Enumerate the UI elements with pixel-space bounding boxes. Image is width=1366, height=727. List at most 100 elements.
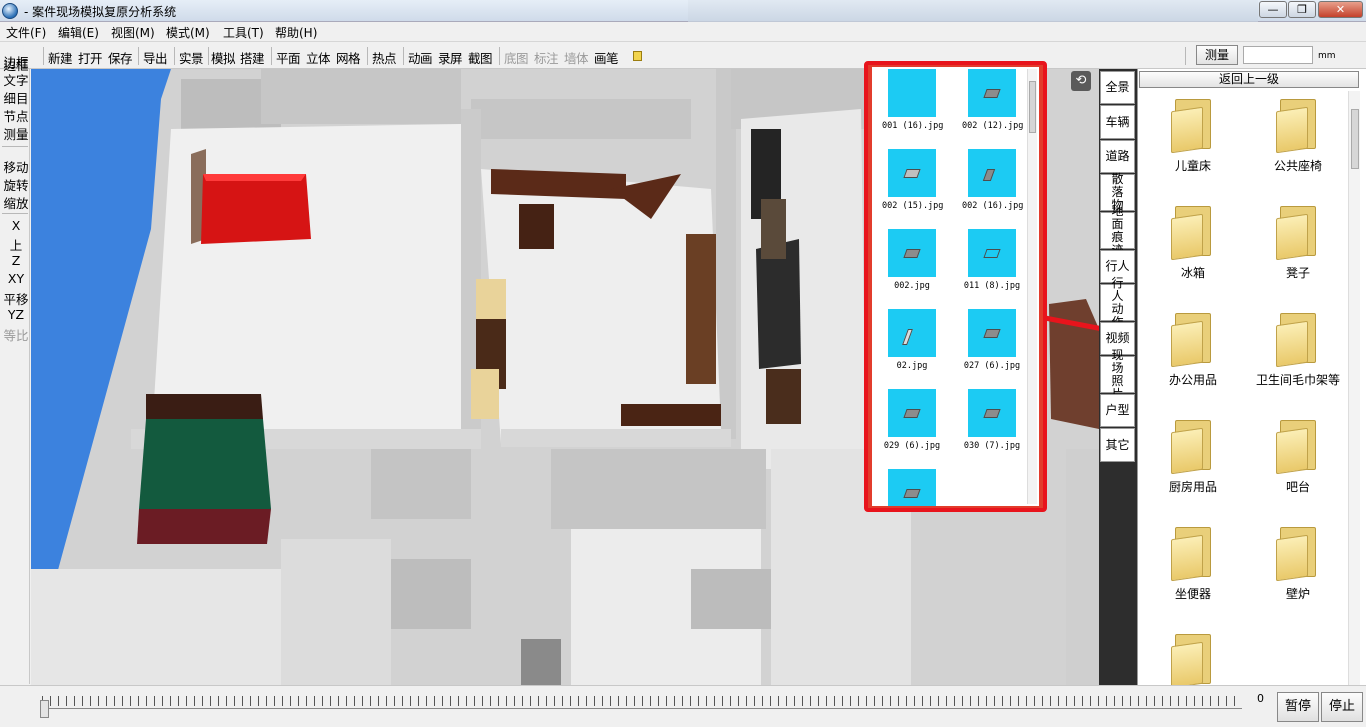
thumbnail-item[interactable]: 001 (16).jpg [882, 69, 943, 131]
menu-file[interactable]: 文件(F) [6, 24, 46, 41]
thumbnail-scrollbar-thumb[interactable] [1029, 81, 1036, 133]
tool-detail[interactable]: 细目 [2, 88, 30, 107]
thumbnail-label: 002.jpg [894, 281, 930, 291]
folder-item[interactable]: 公共座椅 [1243, 99, 1353, 174]
background-window-strip [688, 0, 1258, 22]
measure-value-field[interactable] [1243, 46, 1313, 64]
thumbnail-item[interactable]: 002 (16).jpg [962, 149, 1023, 211]
folder-scrollbar-thumb[interactable] [1351, 109, 1359, 169]
thumbnail-item[interactable]: 027 (6).jpg [962, 309, 1022, 371]
toolbar-plan-button[interactable]: 平面 [276, 48, 301, 67]
folder-item[interactable]: 壁炉 [1243, 527, 1353, 602]
app-window: - 案件现场模拟复原分析系统 — ❐ ✕ 文件(F) 编辑(E) 视图(M) 模… [0, 0, 1366, 727]
timeline-handle[interactable] [40, 700, 49, 718]
note-icon[interactable] [633, 51, 642, 61]
pause-button[interactable]: 暂停 [1277, 692, 1319, 722]
thumbnail-item[interactable]: 029 (6).jpg [882, 389, 942, 451]
tool-scale[interactable]: 缩放 [2, 193, 30, 212]
toolbar-basemap-button[interactable]: 底图 [504, 48, 529, 67]
folder-item[interactable]: 厨房用品 [1138, 420, 1248, 495]
folder-item[interactable]: 吧台 [1243, 420, 1353, 495]
toolbar-grid-button[interactable]: 网格 [336, 48, 361, 67]
thumbnail-item[interactable]: 02.jpg [882, 309, 942, 371]
thumbnail-item[interactable]: 002 (15).jpg [882, 149, 943, 211]
minimize-button[interactable]: — [1259, 1, 1287, 18]
menu-tools[interactable]: 工具(T) [223, 24, 264, 41]
close-button[interactable]: ✕ [1318, 1, 1363, 18]
toolbar-3d-button[interactable]: 立体 [306, 48, 331, 67]
tool-node[interactable]: 节点 [2, 106, 30, 125]
thumbnail-item[interactable]: 011 (8).jpg [962, 229, 1022, 291]
toolbar-wall-button[interactable]: 墙体 [564, 48, 589, 67]
tab-floor-plan[interactable]: 户型 [1100, 394, 1135, 427]
tab-ground-marks[interactable]: 地面痕迹 [1100, 204, 1135, 256]
axis-up-button[interactable]: 上 [2, 235, 30, 254]
toolbar-real-scene-button[interactable]: 实景 [179, 48, 204, 67]
timeline-ticks [42, 696, 1237, 706]
toolbar-pen-button[interactable]: 画笔 [594, 48, 619, 67]
thumbnail-item[interactable]: 002.jpg [882, 229, 942, 291]
axis-x-button[interactable]: X [2, 218, 30, 233]
folder-item[interactable]: 凳子 [1243, 206, 1353, 281]
thumbnail-image [888, 149, 936, 197]
tab-pedestrian-action[interactable]: 行人动作 [1100, 276, 1135, 328]
tool-text[interactable]: 文字 [2, 70, 30, 89]
view-rotate-icon[interactable]: ⟲ [1071, 71, 1091, 91]
toolbar-hotspot-button[interactable]: 热点 [372, 48, 397, 67]
toolbar-animation-button[interactable]: 动画 [408, 48, 433, 67]
model-preview-icon [903, 409, 921, 418]
folder-label: 儿童床 [1174, 159, 1211, 173]
menu-view[interactable]: 视图(M) [111, 24, 155, 41]
folder-item[interactable]: 坐便器 [1138, 527, 1248, 602]
thumbnail-label: 02.jpg [896, 361, 928, 371]
axis-z-button[interactable]: Z [2, 253, 30, 268]
thumbnail-item[interactable]: 002 (12).jpg [962, 69, 1023, 131]
folder-item[interactable]: 卫生间毛巾架等 [1243, 313, 1353, 388]
thumbnail-image [888, 469, 936, 506]
folder-item[interactable] [1138, 634, 1248, 692]
measure-button[interactable]: 测量 [1196, 45, 1238, 65]
toolbar-annotate-button[interactable]: 标注 [534, 48, 559, 67]
toolbar-separator [271, 47, 272, 65]
thumbnail-label: 011 (8).jpg [963, 281, 1021, 291]
tab-other[interactable]: 其它 [1100, 428, 1135, 462]
toolbar-new-button[interactable]: 新建 [48, 48, 73, 67]
toolbar-screenshot-button[interactable]: 截图 [468, 48, 493, 67]
tab-vehicle[interactable]: 车辆 [1100, 105, 1135, 139]
tool-rotate[interactable]: 旋转 [2, 175, 30, 194]
folder-scrollbar[interactable] [1348, 91, 1360, 685]
thumbnail-item[interactable]: 030 (7).jpg [962, 389, 1022, 451]
axis-xy-button[interactable]: XY [2, 271, 30, 286]
tool-measure[interactable]: 测量 [2, 124, 30, 143]
tool-move[interactable]: 移动 [2, 157, 30, 176]
axis-yz-button[interactable]: YZ [2, 307, 30, 322]
toolbar-simulate-button[interactable]: 模拟 [211, 48, 236, 67]
tool-uniform-scale[interactable]: 等比 [2, 325, 30, 344]
tab-scene-photos[interactable]: 现场照片 [1100, 348, 1135, 400]
tool-pan[interactable]: 平移 [2, 289, 30, 308]
toolbar-save-button[interactable]: 保存 [108, 48, 133, 67]
tab-road[interactable]: 道路 [1100, 140, 1135, 173]
tool-border[interactable]: 边框 [2, 52, 30, 71]
stop-button[interactable]: 停止 [1321, 692, 1363, 722]
toolbar-build-button[interactable]: 搭建 [240, 48, 265, 67]
back-button[interactable]: 返回上一级 [1139, 71, 1359, 88]
tool-separator [2, 213, 28, 214]
toolbar-record-button[interactable]: 录屏 [438, 48, 463, 67]
menu-mode[interactable]: 模式(M) [166, 24, 210, 41]
folder-item[interactable]: 儿童床 [1138, 99, 1248, 174]
folder-item[interactable]: 冰箱 [1138, 206, 1248, 281]
thumbnail-scrollbar[interactable] [1027, 69, 1037, 504]
menu-help[interactable]: 帮助(H) [275, 24, 317, 41]
toolbar-open-button[interactable]: 打开 [78, 48, 103, 67]
folder-item[interactable]: 办公用品 [1138, 313, 1248, 388]
menu-edit[interactable]: 编辑(E) [58, 24, 99, 41]
toolbar-separator [174, 47, 175, 65]
toolbar-export-button[interactable]: 导出 [143, 48, 168, 67]
toolbar: 新建 打开 保存 导出 实景 模拟 搭建 平面 立体 网格 热点 动画 录屏 截… [0, 43, 1366, 69]
maximize-button[interactable]: ❐ [1288, 1, 1316, 18]
toolbar-separator [1185, 47, 1186, 65]
tab-panorama[interactable]: 全景 [1100, 71, 1135, 104]
thumbnail-item[interactable] [882, 469, 942, 506]
timeline-track[interactable] [42, 708, 1242, 709]
